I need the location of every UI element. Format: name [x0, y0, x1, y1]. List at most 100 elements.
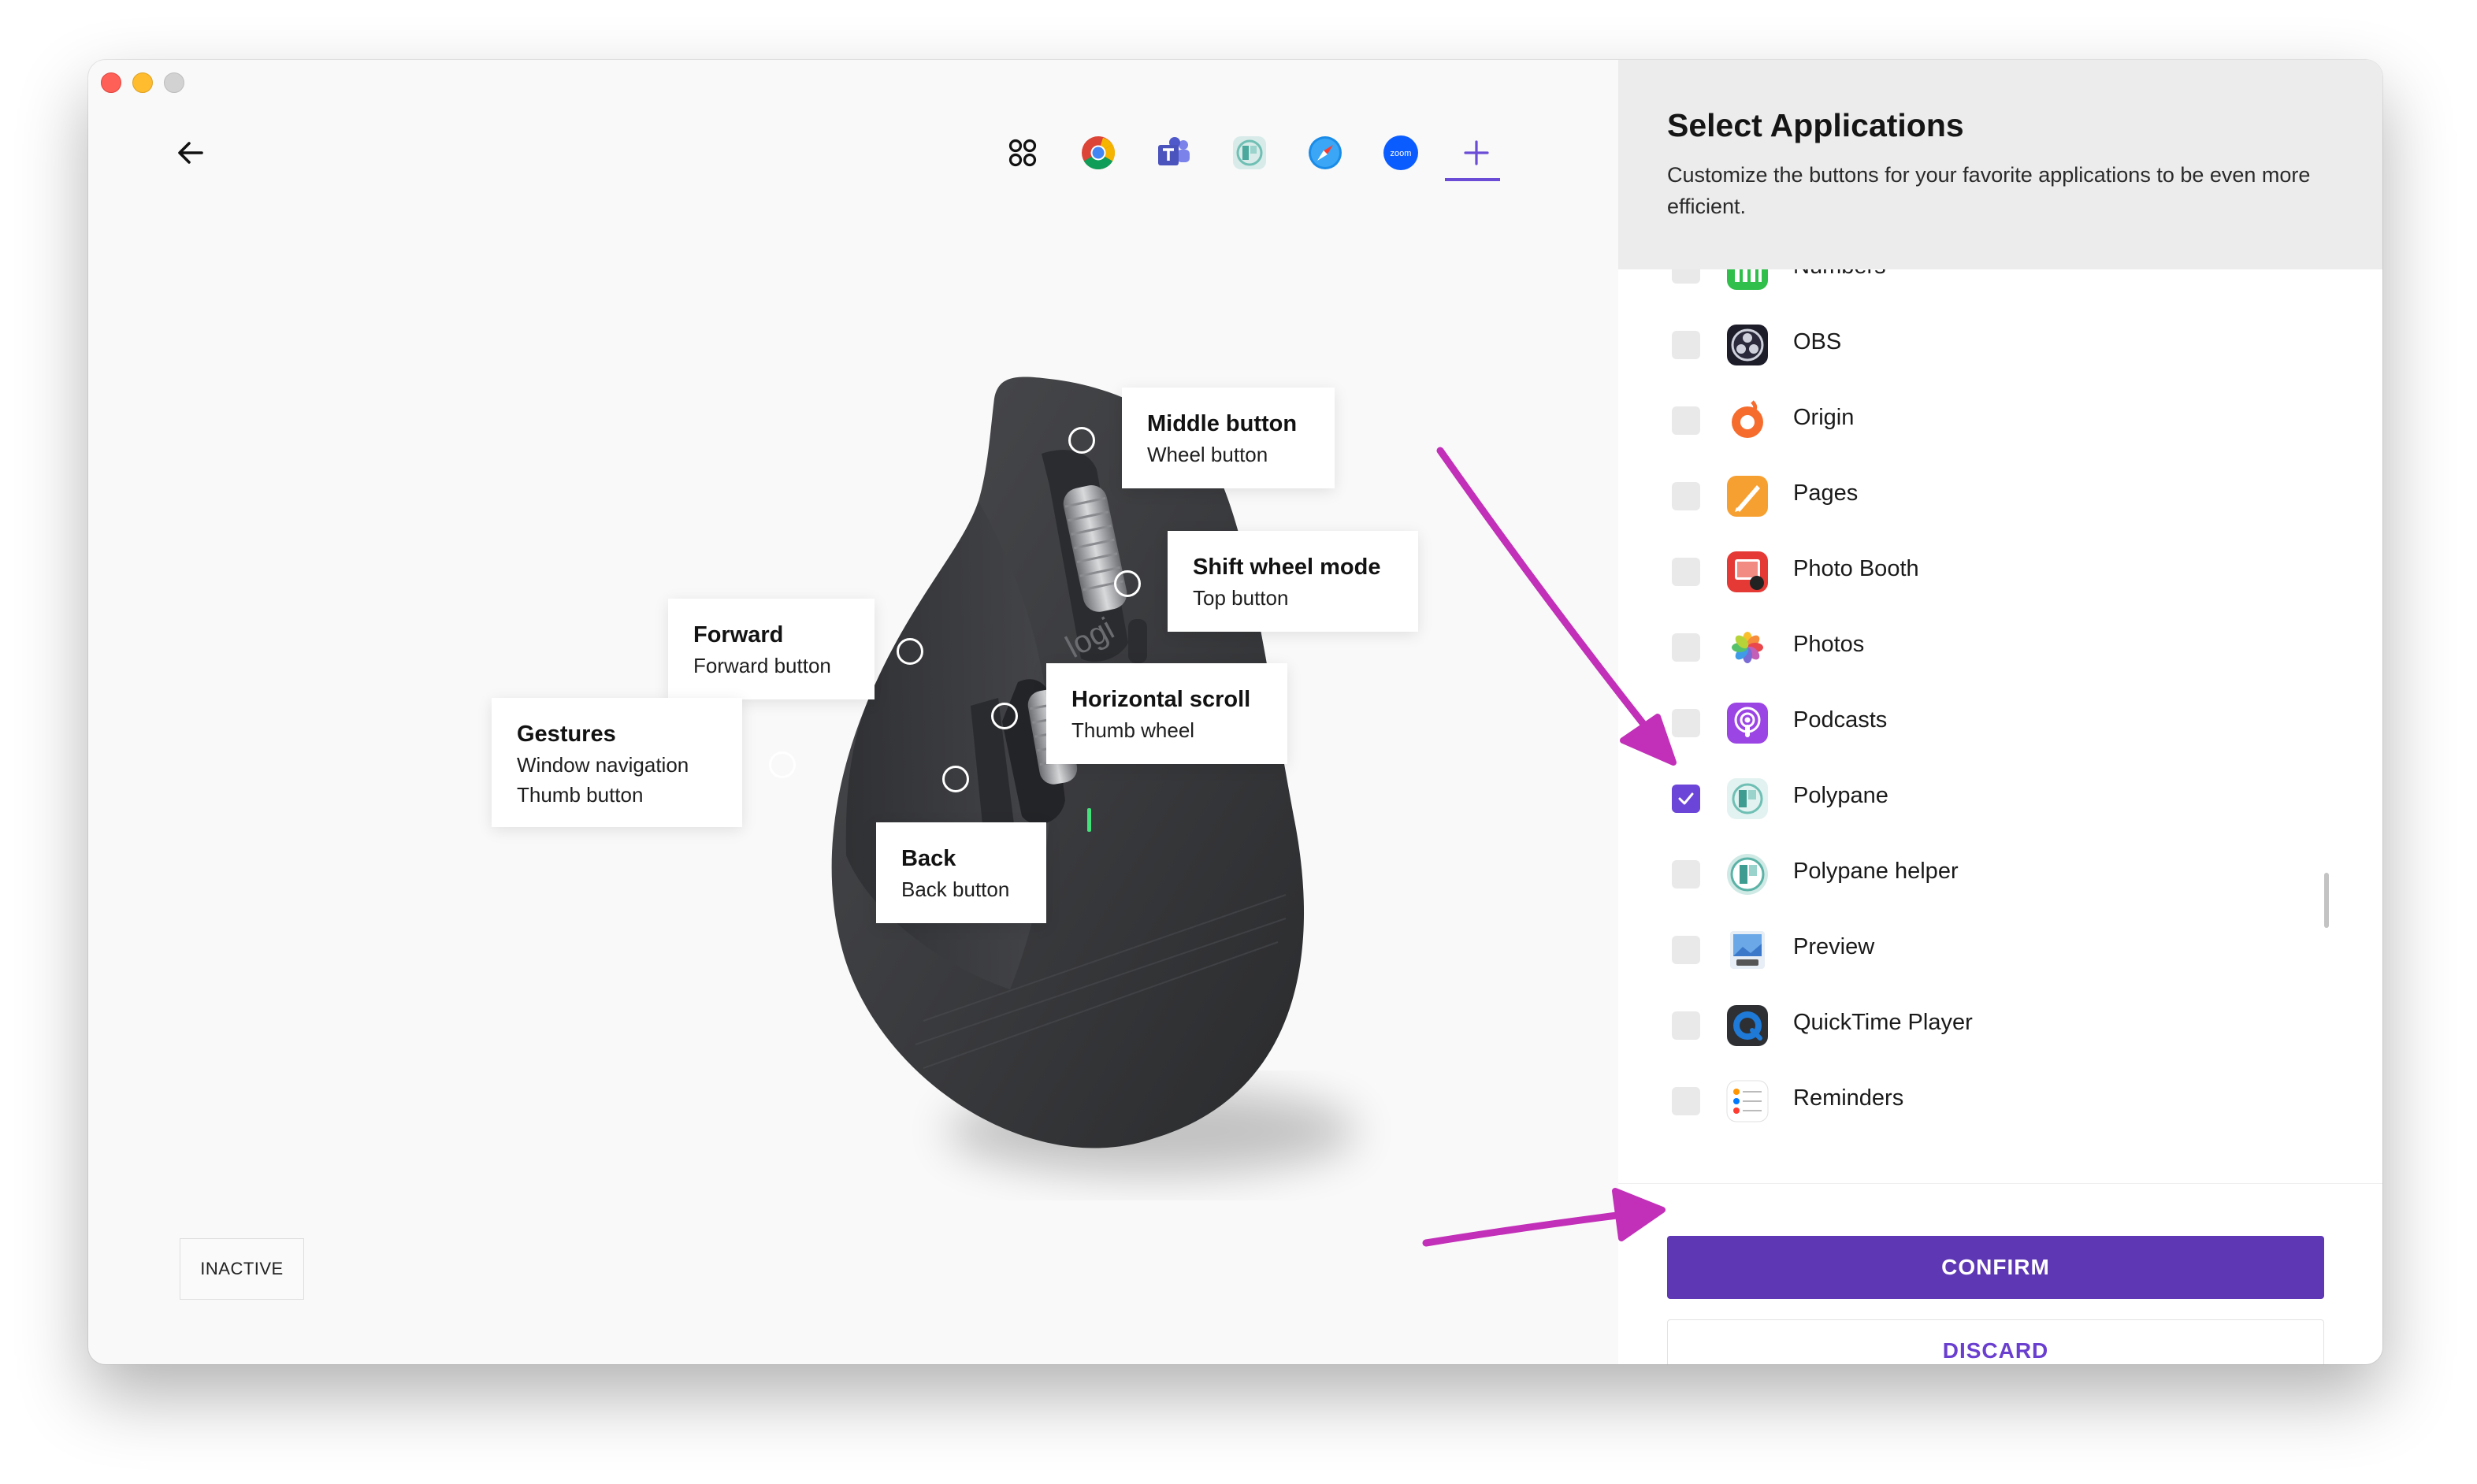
app-checkbox[interactable]: [1672, 936, 1700, 964]
polypane-helper-icon: [1727, 854, 1768, 895]
status-badge: INACTIVE: [180, 1238, 304, 1300]
quicktime-icon: [1727, 1005, 1768, 1046]
panel-footer: CONFIRM DISCARD: [1618, 1183, 2382, 1364]
list-item[interactable]: QuickTime Player: [1618, 988, 2359, 1063]
app-name: Polypane: [1793, 783, 1888, 808]
app-checkbox[interactable]: [1672, 633, 1700, 662]
tab-chrome[interactable]: [1070, 123, 1127, 183]
app-name: QuickTime Player: [1793, 1010, 1973, 1035]
hotspot-middle-button[interactable]: [1068, 427, 1095, 454]
list-item[interactable]: Polypane: [1618, 761, 2359, 837]
obs-icon: [1727, 325, 1768, 365]
photo-booth-icon: [1727, 551, 1768, 592]
list-item[interactable]: OBS: [1618, 307, 2359, 383]
panel-title: Select Applications: [1667, 107, 1964, 143]
list-item[interactable]: Podcasts: [1618, 685, 2359, 761]
list-item[interactable]: Origin: [1618, 383, 2359, 458]
app-name: Origin: [1793, 405, 1855, 430]
app-checkbox[interactable]: [1672, 269, 1700, 284]
app-window: zoom logi Middle button Wheel button Shi…: [88, 60, 2382, 1364]
app-checkbox[interactable]: [1672, 1087, 1700, 1115]
app-checkbox[interactable]: [1672, 482, 1700, 510]
hotspot-horizontal-scroll[interactable]: [991, 703, 1018, 729]
list-item[interactable]: Photo Booth: [1618, 534, 2359, 610]
hotspot-forward[interactable]: [897, 638, 923, 665]
app-checkbox[interactable]: [1672, 331, 1700, 359]
app-name: OBS: [1793, 329, 1842, 354]
app-checkbox[interactable]: [1672, 860, 1700, 889]
app-checkbox[interactable]: [1672, 785, 1700, 813]
callout-shift-wheel-mode[interactable]: Shift wheel mode Top button: [1168, 531, 1418, 632]
callout-title: Forward: [693, 622, 784, 647]
callout-title: Middle button: [1147, 411, 1298, 436]
callout-gestures[interactable]: Gestures Window navigation Thumb button: [492, 698, 742, 827]
list-item[interactable]: Polypane helper: [1618, 837, 2359, 912]
callout-subtitle-2: Thumb button: [517, 783, 644, 807]
callout-horizontal-scroll[interactable]: Horizontal scroll Thumb wheel: [1046, 663, 1287, 764]
origin-icon: [1732, 400, 1763, 438]
confirm-button[interactable]: CONFIRM: [1667, 1236, 2324, 1299]
discard-button[interactable]: DISCARD: [1667, 1319, 2324, 1364]
app-checkbox[interactable]: [1672, 1011, 1700, 1040]
app-name: Pages: [1793, 480, 1859, 506]
callout-back[interactable]: Back Back button: [876, 822, 1046, 923]
app-checkbox[interactable]: [1672, 558, 1700, 586]
app-checkbox[interactable]: [1672, 406, 1700, 435]
app-name: Podcasts: [1793, 707, 1888, 733]
arrow-left-icon[interactable]: [170, 132, 211, 173]
app-name: Photos: [1793, 632, 1865, 657]
tab-polypane[interactable]: [1221, 123, 1278, 183]
hotspot-gestures[interactable]: [769, 751, 796, 778]
tab-zoom[interactable]: zoom: [1372, 123, 1429, 183]
tab-teams[interactable]: [1146, 123, 1202, 183]
zoom-icon-label: zoom: [1391, 149, 1412, 158]
callout-title: Horizontal scroll: [1071, 687, 1251, 712]
checkmark-icon: [1678, 792, 1694, 805]
tab-add-application[interactable]: [1448, 123, 1505, 183]
tab-safari[interactable]: [1297, 123, 1354, 183]
app-checkbox[interactable]: [1672, 709, 1700, 737]
podcasts-icon: [1727, 703, 1768, 744]
callout-title: Back: [901, 846, 956, 871]
app-name: Numbers: [1793, 269, 1886, 280]
panel-description: Customize the buttons for your favorite …: [1667, 163, 2311, 218]
device-view: zoom logi Middle button Wheel button Shi…: [88, 60, 1618, 1364]
callout-subtitle: Forward button: [693, 654, 831, 677]
callout-title: Shift wheel mode: [1193, 555, 1381, 580]
app-name: Reminders: [1793, 1085, 1904, 1111]
list-item[interactable]: Reminders: [1618, 1063, 2359, 1139]
callout-subtitle: Window navigation: [517, 753, 689, 777]
list-item[interactable]: Numbers: [1618, 269, 2359, 307]
plus-icon: [1464, 140, 1489, 165]
list-scrollbar-thumb[interactable]: [2324, 873, 2329, 928]
preview-icon: [1730, 931, 1765, 969]
hotspot-back[interactable]: [942, 766, 969, 792]
callout-subtitle: Thumb wheel: [1071, 718, 1195, 742]
pages-icon: [1727, 476, 1768, 517]
panel-header: Select Applications Customize the button…: [1618, 60, 2382, 269]
callout-subtitle: Back button: [901, 877, 1010, 901]
chrome-icon: [1082, 136, 1116, 169]
list-item[interactable]: Preview: [1618, 912, 2359, 988]
hotspot-shift-wheel-mode[interactable]: [1114, 570, 1141, 597]
reminders-icon: [1726, 1080, 1769, 1122]
callout-subtitle: Wheel button: [1147, 443, 1268, 466]
app-name: Photo Booth: [1793, 556, 1919, 581]
list-item[interactable]: Photos: [1618, 610, 2359, 685]
safari-icon: [1309, 136, 1342, 169]
application-list[interactable]: Numbers OBS Origin: [1618, 269, 2382, 1183]
teams-icon: [1158, 137, 1190, 165]
callout-title: Gestures: [517, 722, 616, 747]
app-name: Polypane helper: [1793, 859, 1959, 884]
tab-all-applications[interactable]: [994, 123, 1051, 183]
list-item[interactable]: Pages: [1618, 458, 2359, 534]
active-tab-indicator: [1445, 178, 1500, 181]
numbers-icon: [1727, 269, 1768, 290]
callout-forward[interactable]: Forward Forward button: [668, 599, 875, 699]
callout-middle-button[interactable]: Middle button Wheel button: [1122, 388, 1335, 488]
grid-icon: [1008, 139, 1037, 167]
photos-icon: [1727, 627, 1768, 668]
select-applications-panel: Select Applications Customize the button…: [1618, 60, 2382, 1364]
callout-subtitle: Top button: [1193, 586, 1289, 610]
polypane-icon: [1233, 136, 1266, 169]
